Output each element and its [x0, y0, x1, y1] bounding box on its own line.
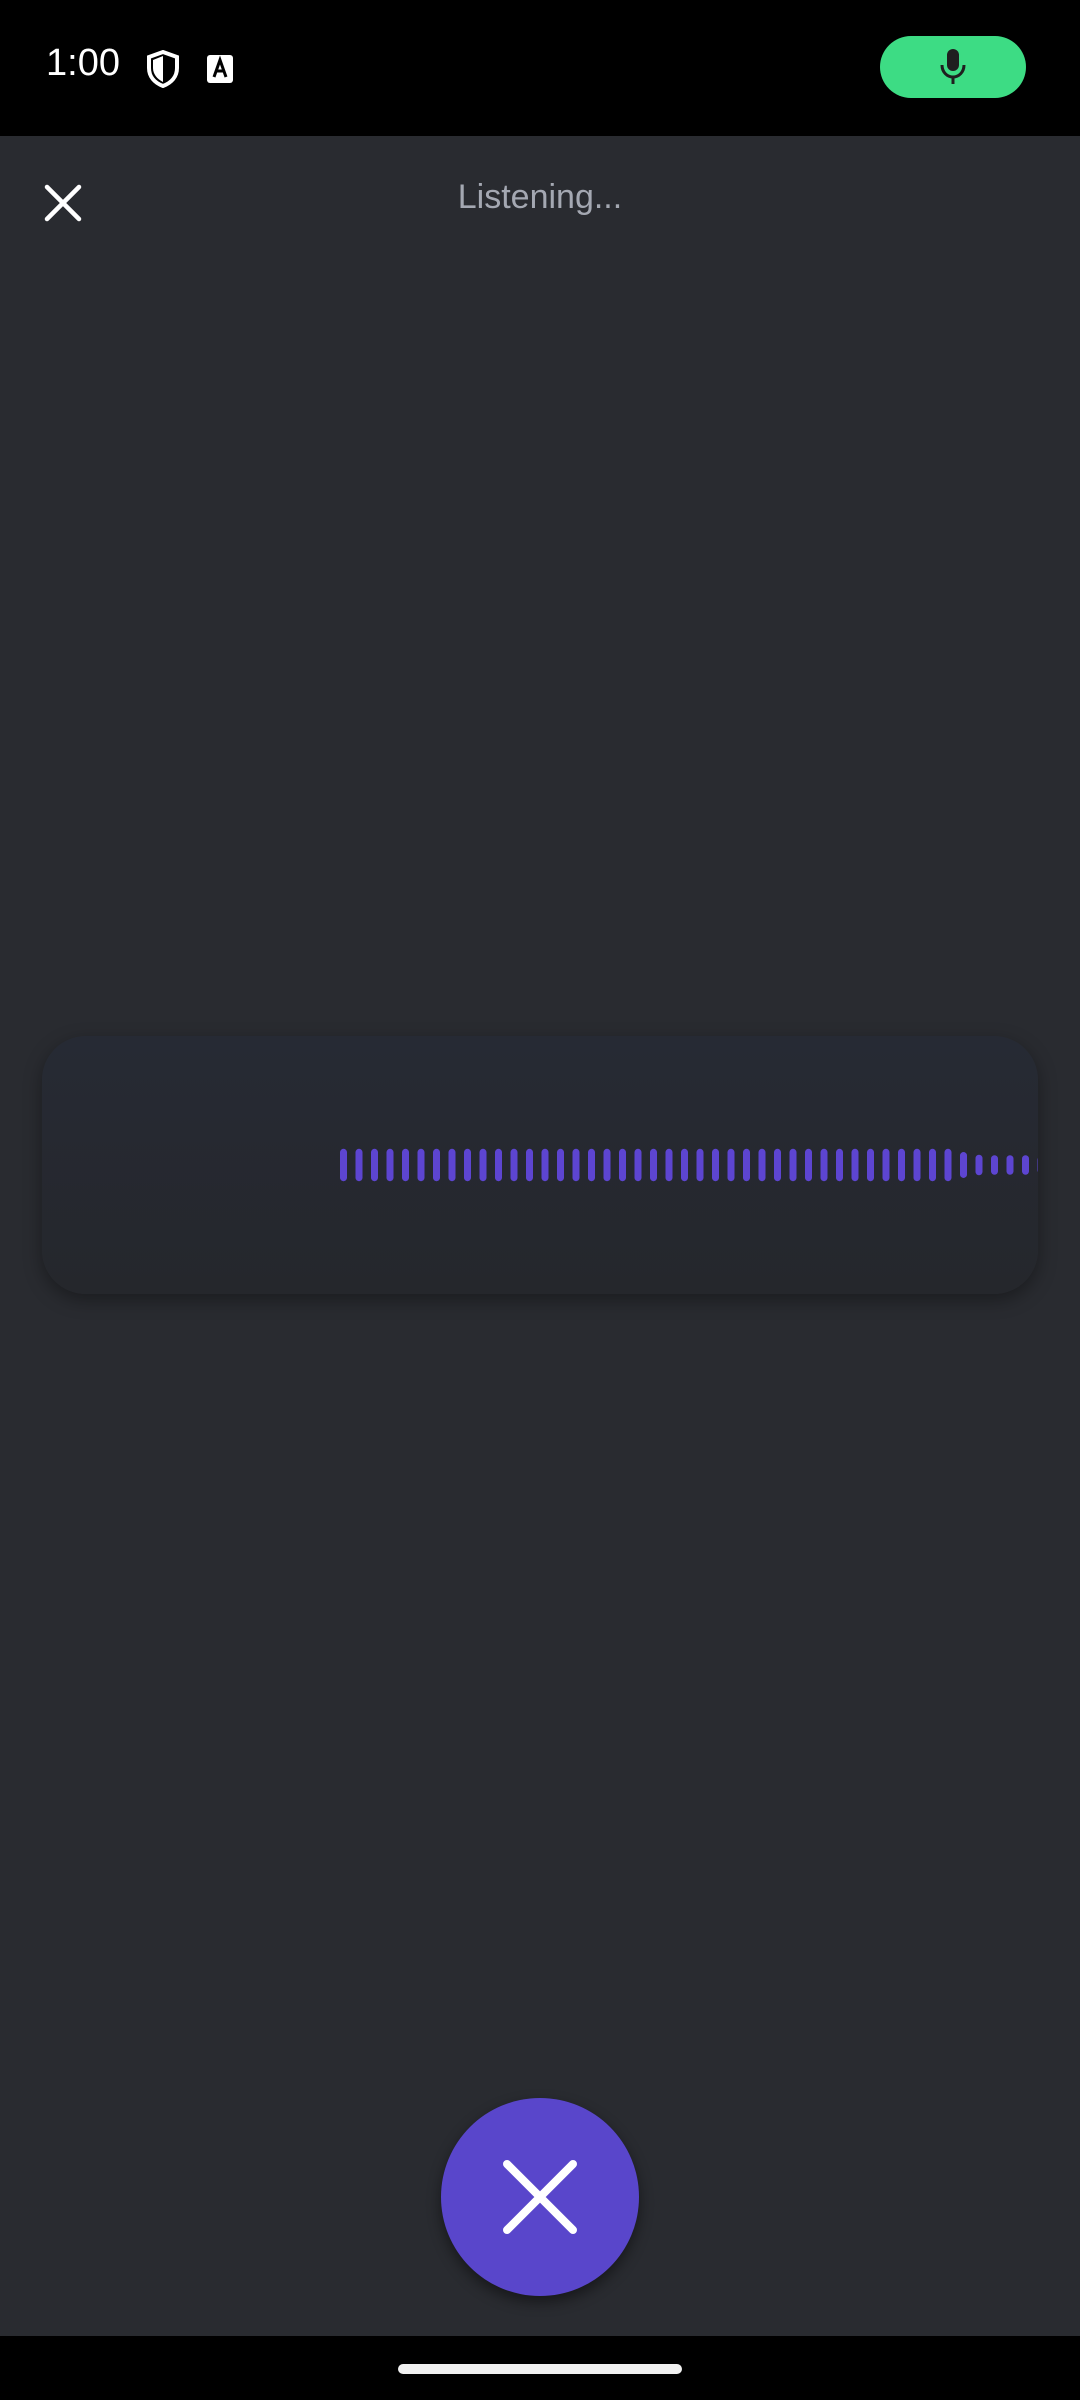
waveform-bar	[820, 1148, 828, 1182]
waveform-bar	[402, 1148, 409, 1182]
waveform-bar	[541, 1148, 549, 1182]
waveform-bar	[588, 1148, 595, 1182]
waveform-bar	[526, 1148, 533, 1182]
waveform-bar	[386, 1148, 394, 1182]
microphone-icon	[940, 49, 966, 84]
waveform-bar	[1022, 1155, 1029, 1175]
waveform-bar	[495, 1148, 502, 1182]
waveform-bar	[603, 1148, 611, 1182]
waveform-card	[42, 1036, 1038, 1294]
close-icon	[503, 2160, 577, 2234]
waveform-bar	[448, 1148, 456, 1182]
waveform-bar	[572, 1148, 580, 1182]
waveform-bar	[727, 1148, 735, 1182]
waveform-bar	[898, 1148, 905, 1182]
waveform-bar	[464, 1148, 471, 1182]
status-time: 1:00	[46, 42, 120, 84]
waveform-bar	[417, 1148, 425, 1182]
waveform-bar	[479, 1148, 487, 1182]
waveform-bar	[960, 1152, 967, 1178]
waveform-bar	[371, 1148, 378, 1182]
waveform-bar	[805, 1148, 812, 1182]
waveform-bar	[851, 1148, 859, 1182]
waveform-bar	[836, 1148, 843, 1182]
waveform-bar	[758, 1148, 766, 1182]
waveform-bar	[743, 1148, 750, 1182]
waveform-bar	[774, 1148, 781, 1182]
waveform-bar	[867, 1148, 874, 1182]
waveform-bar	[355, 1148, 363, 1182]
home-handle[interactable]	[398, 2364, 682, 2374]
page-title: Listening...	[457, 178, 623, 216]
waveform-bar	[789, 1148, 797, 1182]
waveform-bar	[1006, 1155, 1014, 1175]
listening-screen: Listening...	[0, 136, 1080, 2336]
waveform-bar	[712, 1148, 719, 1182]
navigation-bar	[0, 2336, 1080, 2400]
waveform-bar	[634, 1148, 642, 1182]
waveform-bar	[913, 1148, 921, 1182]
waveform-bar	[975, 1154, 983, 1176]
waveform-bar	[650, 1148, 657, 1182]
waveform-bar	[991, 1155, 998, 1175]
waveform-bar	[433, 1148, 440, 1182]
waveform-bar	[944, 1148, 952, 1182]
waveform-bar	[681, 1148, 688, 1182]
waveform-bar	[929, 1148, 936, 1182]
shield-icon	[146, 49, 180, 93]
waveform-bar	[557, 1148, 564, 1182]
waveform-bar	[619, 1148, 626, 1182]
cancel-button[interactable]	[441, 2098, 639, 2296]
waveform-bar	[340, 1148, 347, 1182]
status-bar: 1:00	[0, 0, 1080, 136]
mic-indicator[interactable]	[880, 36, 1026, 98]
waveform-bar	[510, 1148, 518, 1182]
waveform-bar	[1037, 1158, 1038, 1172]
waveform	[340, 1148, 1038, 1182]
waveform-bar	[696, 1148, 704, 1182]
font-a-icon	[206, 54, 234, 89]
waveform-bar	[665, 1148, 673, 1182]
waveform-bar	[882, 1148, 890, 1182]
